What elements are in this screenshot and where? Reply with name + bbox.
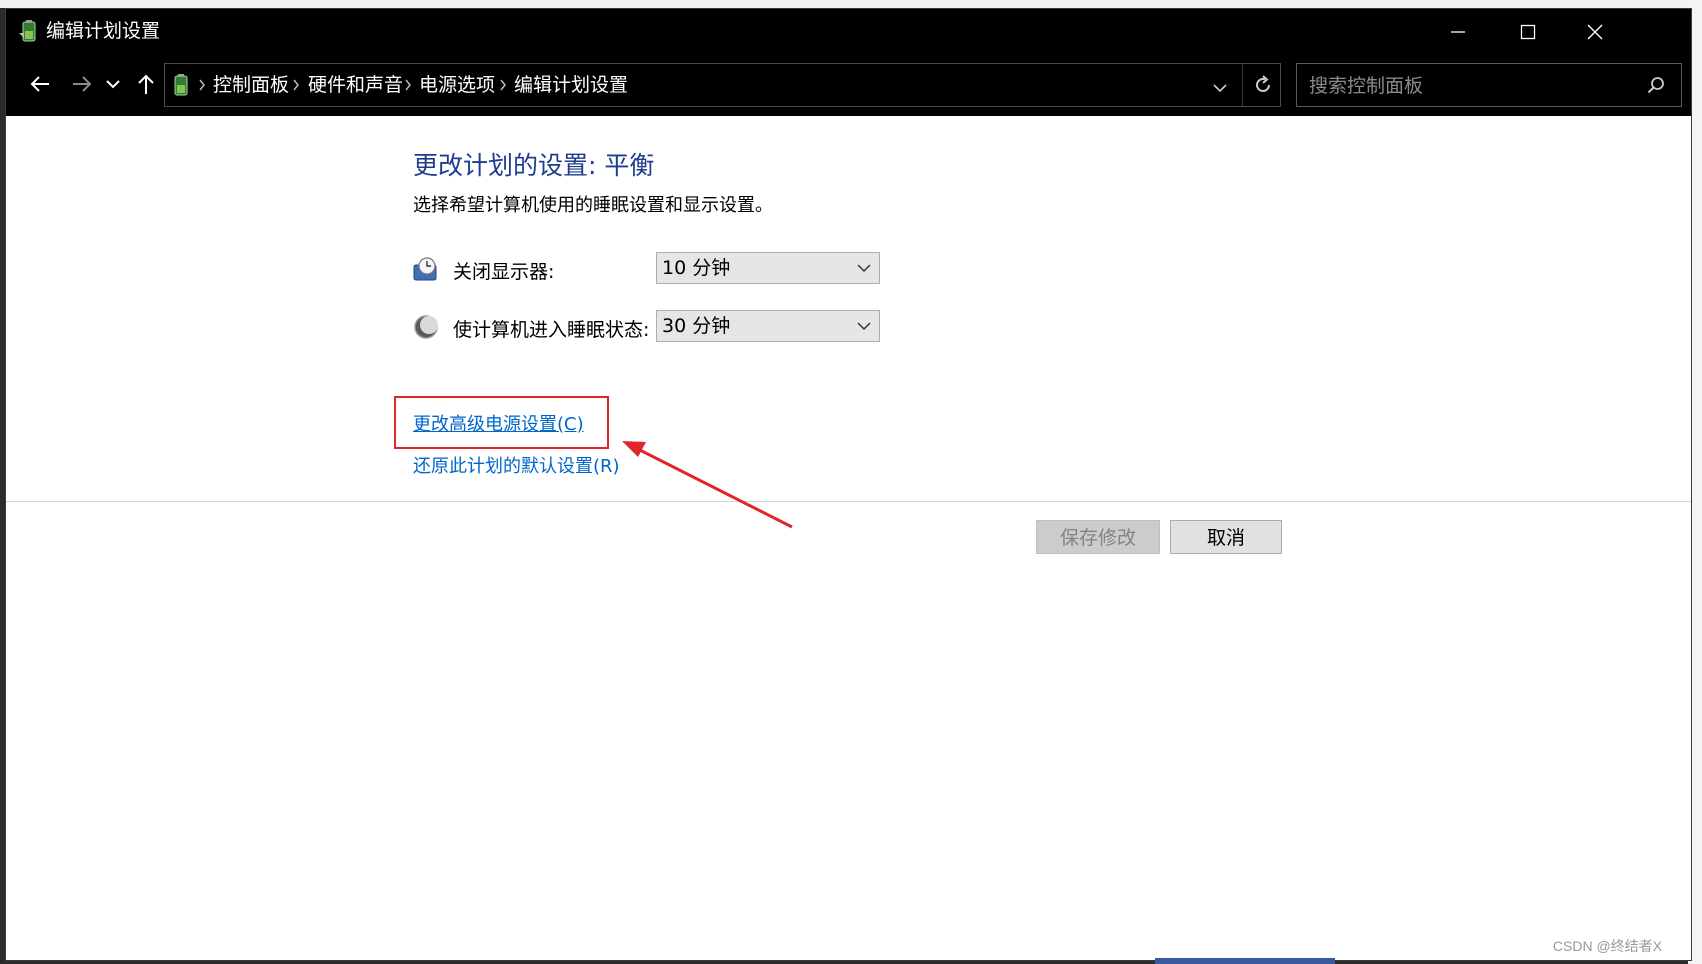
arrow-left-icon bbox=[30, 76, 49, 92]
breadcrumb-control-panel[interactable]: 控制面板 bbox=[213, 64, 289, 106]
watermark-text: CSDN @终结者X bbox=[1552, 938, 1662, 954]
maximize-icon bbox=[1520, 24, 1536, 39]
maximize-button[interactable] bbox=[1494, 9, 1562, 54]
title-bar: 编辑计划设置 bbox=[6, 9, 1691, 54]
minimize-icon bbox=[1451, 30, 1465, 33]
chevron-down-icon bbox=[1213, 84, 1227, 93]
breadcrumb-separator-icon bbox=[293, 79, 299, 91]
minimize-button[interactable] bbox=[1424, 9, 1492, 54]
recent-locations-button[interactable] bbox=[102, 66, 124, 102]
breadcrumb-hardware-sound[interactable]: 硬件和声音 bbox=[308, 64, 403, 106]
sleep-value: 30 分钟 bbox=[662, 315, 731, 337]
search-icon bbox=[1647, 77, 1664, 94]
chevron-down-icon bbox=[106, 80, 120, 89]
address-dropdown-button[interactable] bbox=[1213, 79, 1227, 98]
save-changes-button[interactable]: 保存修改 bbox=[1036, 520, 1160, 554]
monitor-clock-icon bbox=[413, 256, 439, 282]
footer-divider bbox=[6, 501, 1691, 502]
page-heading: 更改计划的设置: 平衡 bbox=[413, 151, 655, 180]
forward-button[interactable] bbox=[65, 66, 99, 102]
breadcrumb-separator-icon bbox=[405, 79, 411, 91]
search-box bbox=[1296, 63, 1682, 108]
search-button[interactable] bbox=[1647, 76, 1665, 98]
window-title: 编辑计划设置 bbox=[46, 20, 161, 42]
address-bar[interactable]: 控制面板 硬件和声音 电源选项 编辑计划设置 bbox=[164, 63, 1281, 107]
desktop-background-top bbox=[0, 0, 1702, 8]
close-icon bbox=[1587, 24, 1603, 39]
main-content: 更改计划的设置: 平衡 选择希望计算机使用的睡眠设置和显示设置。 关闭显示器: … bbox=[6, 116, 1691, 960]
breadcrumb-separator-icon bbox=[500, 79, 506, 91]
search-input[interactable] bbox=[1297, 64, 1641, 108]
back-button[interactable] bbox=[23, 66, 57, 102]
arrow-up-icon bbox=[138, 74, 154, 94]
chevron-down-icon bbox=[857, 264, 871, 273]
advanced-power-settings-link[interactable]: 更改高级电源设置(C) bbox=[413, 410, 584, 436]
moon-sleep-icon bbox=[413, 314, 439, 340]
refresh-icon bbox=[1256, 75, 1270, 92]
refresh-button[interactable] bbox=[1253, 75, 1273, 99]
power-options-icon bbox=[18, 19, 40, 43]
address-divider bbox=[1242, 64, 1243, 106]
display-off-label: 关闭显示器: bbox=[453, 261, 555, 283]
control-panel-icon bbox=[171, 73, 191, 101]
restore-defaults-link[interactable]: 还原此计划的默认设置(R) bbox=[413, 452, 620, 478]
breadcrumb-edit-plan-settings[interactable]: 编辑计划设置 bbox=[514, 64, 628, 106]
display-off-select[interactable]: 10 分钟 bbox=[656, 252, 880, 284]
chevron-down-icon bbox=[857, 322, 871, 331]
cancel-button[interactable]: 取消 bbox=[1170, 520, 1282, 554]
arrow-right-icon bbox=[73, 76, 92, 92]
up-button[interactable] bbox=[129, 66, 163, 102]
sleep-select[interactable]: 30 分钟 bbox=[656, 310, 880, 342]
page-subtitle: 选择希望计算机使用的睡眠设置和显示设置。 bbox=[413, 195, 773, 216]
taskbar-thumbnail-strip bbox=[1155, 958, 1335, 964]
breadcrumb-separator-icon bbox=[199, 79, 205, 91]
close-button[interactable] bbox=[1561, 9, 1629, 54]
control-panel-window: 编辑计划设置 控制面板 硬件和声音 电源选项 编辑计划设置 搜索控制面板 更改计… bbox=[5, 8, 1692, 961]
breadcrumb-power-options[interactable]: 电源选项 bbox=[419, 64, 495, 106]
sleep-label: 使计算机进入睡眠状态: bbox=[453, 319, 650, 341]
navigation-bar: 控制面板 硬件和声音 电源选项 编辑计划设置 bbox=[6, 54, 1691, 116]
display-off-value: 10 分钟 bbox=[662, 257, 731, 279]
